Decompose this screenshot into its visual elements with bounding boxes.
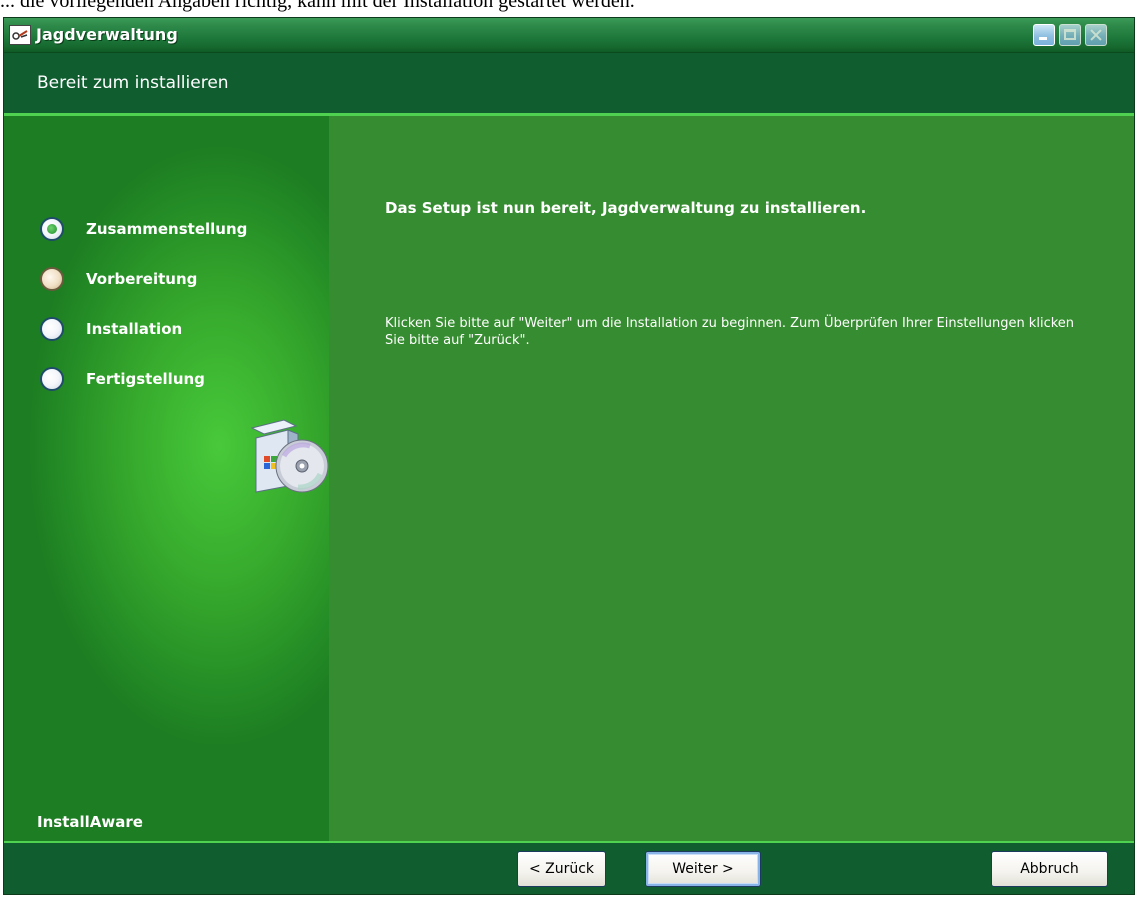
step-label: Vorbereitung — [86, 270, 198, 288]
brand-label: InstallAware — [37, 813, 143, 831]
button-bar: < Zurück Weiter > Abbruch — [4, 843, 1134, 894]
title-bar[interactable]: Jagdverwaltung — [4, 18, 1134, 53]
back-button[interactable]: < Zurück — [517, 851, 606, 887]
step-sidebar: Zusammenstellung Vorbereitung Installati… — [4, 116, 329, 841]
maximize-icon[interactable] — [1059, 24, 1081, 46]
step-label: Fertigstellung — [86, 370, 205, 388]
page-title: Bereit zum installieren — [37, 73, 229, 93]
content-panel: Das Setup ist nun bereit, Jagdverwaltung… — [329, 116, 1134, 841]
step-active-icon — [40, 217, 64, 241]
minimize-icon[interactable] — [1033, 24, 1055, 46]
app-icon[interactable] — [9, 25, 31, 45]
content-body: Klicken Sie bitte auf "Weiter" um die In… — [385, 316, 1075, 348]
step-label: Installation — [86, 320, 183, 338]
cancel-button[interactable]: Abbruch — [991, 851, 1108, 887]
window-title: Jagdverwaltung — [36, 25, 178, 44]
step-label: Zusammenstellung — [86, 220, 248, 238]
installer-window: Jagdverwaltung Bereit zum installieren Z… — [3, 17, 1135, 895]
step-pending-icon — [40, 267, 64, 291]
software-box-icon — [250, 416, 332, 502]
step-todo-icon — [40, 317, 64, 341]
next-button[interactable]: Weiter > — [645, 851, 761, 887]
close-icon[interactable] — [1085, 24, 1107, 46]
content-heading: Das Setup ist nun bereit, Jagdverwaltung… — [385, 199, 867, 217]
wizard-header: Bereit zum installieren — [4, 53, 1134, 113]
step-todo-icon — [40, 367, 64, 391]
